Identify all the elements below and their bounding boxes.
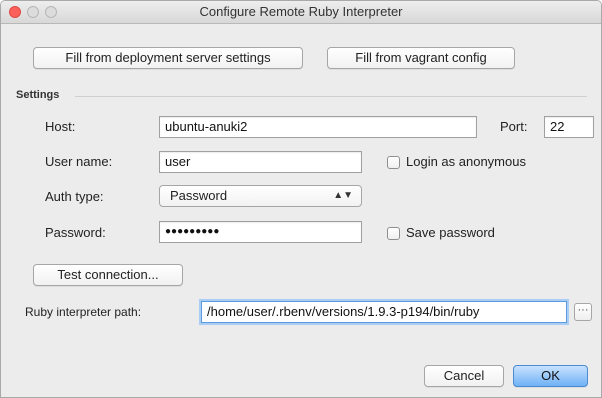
window-title: Configure Remote Ruby Interpreter <box>199 4 403 19</box>
fill-from-deployment-button[interactable]: Fill from deployment server settings <box>33 47 303 69</box>
auth-type-select[interactable]: Password ▲▼ <box>159 185 362 207</box>
username-label: User name: <box>45 154 113 169</box>
password-label: Password: <box>45 225 106 240</box>
save-password-checkbox[interactable] <box>387 227 400 240</box>
select-arrows-icon: ▲▼ <box>333 190 353 201</box>
settings-section-label: Settings <box>16 89 60 101</box>
configure-remote-interpreter-dialog: Configure Remote Ruby Interpreter Fill f… <box>0 0 602 398</box>
host-input[interactable]: ubuntu-anuki2 <box>159 116 477 138</box>
test-connection-button[interactable]: Test connection... <box>33 264 183 286</box>
ok-button[interactable]: OK <box>513 365 588 387</box>
interpreter-path-label: Ruby interpreter path: <box>25 305 142 319</box>
login-anonymous-checkbox[interactable] <box>387 156 400 169</box>
login-anonymous-label[interactable]: Login as anonymous <box>406 154 526 169</box>
settings-divider <box>75 96 587 97</box>
username-input[interactable]: user <box>159 151 362 173</box>
cancel-button[interactable]: Cancel <box>424 365 504 387</box>
interpreter-path-input[interactable]: /home/user/.rbenv/versions/1.9.3-p194/bi… <box>201 301 567 323</box>
port-label: Port: <box>500 119 528 134</box>
host-label: Host: <box>45 119 76 134</box>
title-bar[interactable]: Configure Remote Ruby Interpreter <box>1 1 601 24</box>
auth-type-value: Password <box>170 188 228 203</box>
browse-interpreter-button[interactable]: ··· <box>574 303 592 321</box>
auth-type-label: Auth type: <box>45 189 104 204</box>
save-password-label[interactable]: Save password <box>406 225 495 240</box>
port-input[interactable]: 22 <box>544 116 594 138</box>
fill-from-vagrant-button[interactable]: Fill from vagrant config <box>327 47 515 69</box>
password-input[interactable]: ●●●●●●●●● <box>159 221 362 243</box>
